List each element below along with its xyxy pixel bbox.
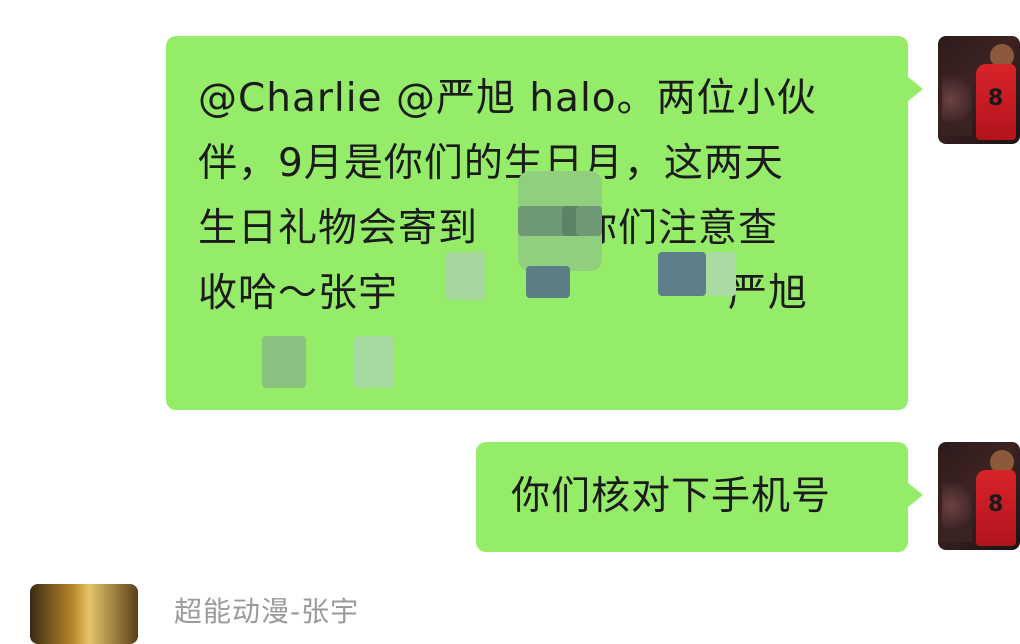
message-line-part: 严旭 [728, 271, 809, 316]
message-bubble-1[interactable]: @Charlie @严旭 halo。两位小伙 伴，9月是你们的生日月，这两天 生… [166, 36, 923, 410]
avatar-jersey: 8 [976, 64, 1016, 140]
avatar-background [942, 482, 972, 542]
message-line-part: 收哈～张宇 [198, 271, 399, 316]
self-avatar[interactable]: 8 [938, 36, 1020, 144]
other-user-avatar[interactable] [30, 584, 138, 644]
message-text-2: 你们核对下手机号 [511, 474, 832, 519]
sender-name: 超能动漫-张宇 [174, 595, 360, 628]
message-line-part: 你们注意查 [578, 206, 779, 251]
self-avatar[interactable]: 8 [938, 442, 1020, 550]
avatar-jersey: 8 [976, 470, 1016, 546]
avatar-background [942, 76, 972, 136]
message-line-part: 生日礼物会寄到 [198, 206, 479, 251]
message-bubble-2[interactable]: 你们核对下手机号 [476, 442, 923, 552]
message-line: @Charlie @严旭 halo。两位小伙 [198, 76, 817, 121]
